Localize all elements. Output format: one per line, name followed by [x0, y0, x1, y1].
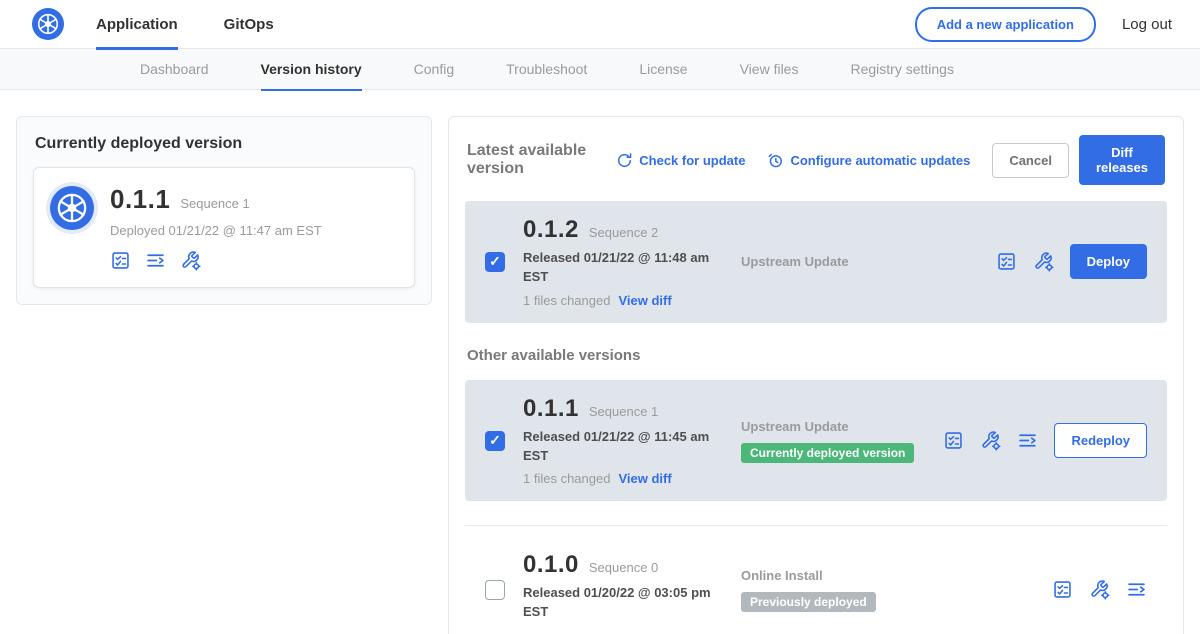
add-application-button[interactable]: Add a new application [915, 7, 1096, 42]
deployed-timestamp: Deployed 01/21/22 @ 11:47 am EST [110, 223, 322, 238]
cancel-button[interactable]: Cancel [992, 143, 1069, 178]
released-timestamp: Released 01/20/22 @ 03:05 pm EST [523, 584, 719, 622]
deployed-version-card: 0.1.1 Sequence 1 Deployed 01/21/22 @ 11:… [33, 167, 415, 288]
release-notes-icon[interactable] [1052, 579, 1073, 600]
top-tab-gitops[interactable]: GitOps [224, 0, 274, 49]
refresh-icon [616, 152, 633, 169]
version-number: 0.1.0 [523, 551, 579, 579]
top-navbar: Application GitOps Add a new application… [0, 0, 1200, 49]
deployed-version-number: 0.1.1 [110, 184, 170, 215]
diff-icon[interactable] [1126, 579, 1147, 600]
latest-version-title: Latest available version [467, 142, 598, 178]
version-source-label: Upstream Update [741, 254, 996, 269]
redeploy-button[interactable]: Redeploy [1054, 423, 1147, 458]
version-number: 0.1.2 [523, 216, 579, 244]
previously-deployed-badge: Previously deployed [741, 592, 876, 612]
check-for-update-label: Check for update [639, 153, 745, 168]
view-diff-link[interactable]: View diff [618, 293, 671, 308]
clock-icon [767, 152, 784, 169]
check-for-update-link[interactable]: Check for update [616, 152, 745, 169]
subnav-tab-version-history[interactable]: Version history [261, 49, 362, 90]
release-notes-icon[interactable] [996, 251, 1017, 272]
version-row-0-1-1: ✓ 0.1.1 Sequence 1 Released 01/21/22 @ 1… [465, 380, 1167, 502]
kubernetes-logo [32, 8, 64, 40]
version-row-0-1-0: 0.1.0 Sequence 0 Released 01/20/22 @ 03:… [465, 536, 1167, 634]
subnav-tab-config[interactable]: Config [414, 49, 454, 90]
version-source-label: Online Install [741, 568, 1052, 583]
released-timestamp: Released 01/21/22 @ 11:48 am EST [523, 249, 719, 287]
version-row-0-1-2: ✓ 0.1.2 Sequence 2 Released 01/21/22 @ 1… [465, 201, 1167, 323]
view-diff-link[interactable]: View diff [618, 471, 671, 486]
currently-deployed-badge: Currently deployed version [741, 443, 914, 463]
diff-releases-button[interactable]: Diff releases [1079, 135, 1165, 185]
config-icon[interactable] [1089, 579, 1110, 600]
version-checkbox[interactable]: ✓ [485, 431, 505, 451]
deployed-sequence-label: Sequence 1 [180, 196, 249, 211]
version-checkbox[interactable]: ✓ [485, 252, 505, 272]
top-tab-application[interactable]: Application [96, 0, 178, 49]
files-changed-label: 1 files changed [523, 293, 610, 308]
release-notes-icon[interactable] [943, 430, 964, 451]
subnav-tab-dashboard[interactable]: Dashboard [140, 49, 209, 90]
release-notes-icon[interactable] [110, 250, 131, 271]
sequence-label: Sequence 1 [589, 404, 658, 419]
files-changed-label: 1 files changed [523, 471, 610, 486]
configure-automatic-updates-link[interactable]: Configure automatic updates [767, 152, 970, 169]
subnav-tab-troubleshoot[interactable]: Troubleshoot [506, 49, 587, 90]
sequence-label: Sequence 2 [589, 225, 658, 240]
app-subnav: Dashboard Version history Config Trouble… [0, 49, 1200, 90]
version-checkbox[interactable] [485, 580, 505, 600]
version-history-panel: Latest available version Check for updat… [448, 116, 1184, 634]
row-divider: 0.1.0 Sequence 0 Released 01/20/22 @ 03:… [465, 525, 1167, 634]
version-source-label: Upstream Update [741, 419, 943, 434]
subnav-tab-license[interactable]: License [639, 49, 687, 90]
deployed-panel-title: Currently deployed version [35, 135, 415, 153]
config-icon[interactable] [1033, 251, 1054, 272]
subnav-tab-view-files[interactable]: View files [740, 49, 799, 90]
logout-button[interactable]: Log out [1122, 16, 1172, 33]
diff-icon[interactable] [145, 250, 166, 271]
deploy-button[interactable]: Deploy [1070, 244, 1147, 279]
config-icon[interactable] [980, 430, 1001, 451]
currently-deployed-panel: Currently deployed version 0.1.1 Sequenc… [16, 116, 432, 305]
kubernetes-app-icon [50, 186, 94, 230]
subnav-tab-registry-settings[interactable]: Registry settings [850, 49, 953, 90]
version-number: 0.1.1 [523, 395, 579, 423]
main-content: Currently deployed version 0.1.1 Sequenc… [0, 90, 1200, 634]
config-icon[interactable] [180, 250, 201, 271]
configure-updates-label: Configure automatic updates [790, 153, 970, 168]
other-versions-heading: Other available versions [467, 347, 1165, 364]
diff-icon[interactable] [1017, 430, 1038, 451]
released-timestamp: Released 01/21/22 @ 11:45 am EST [523, 428, 719, 466]
sequence-label: Sequence 0 [589, 560, 658, 575]
